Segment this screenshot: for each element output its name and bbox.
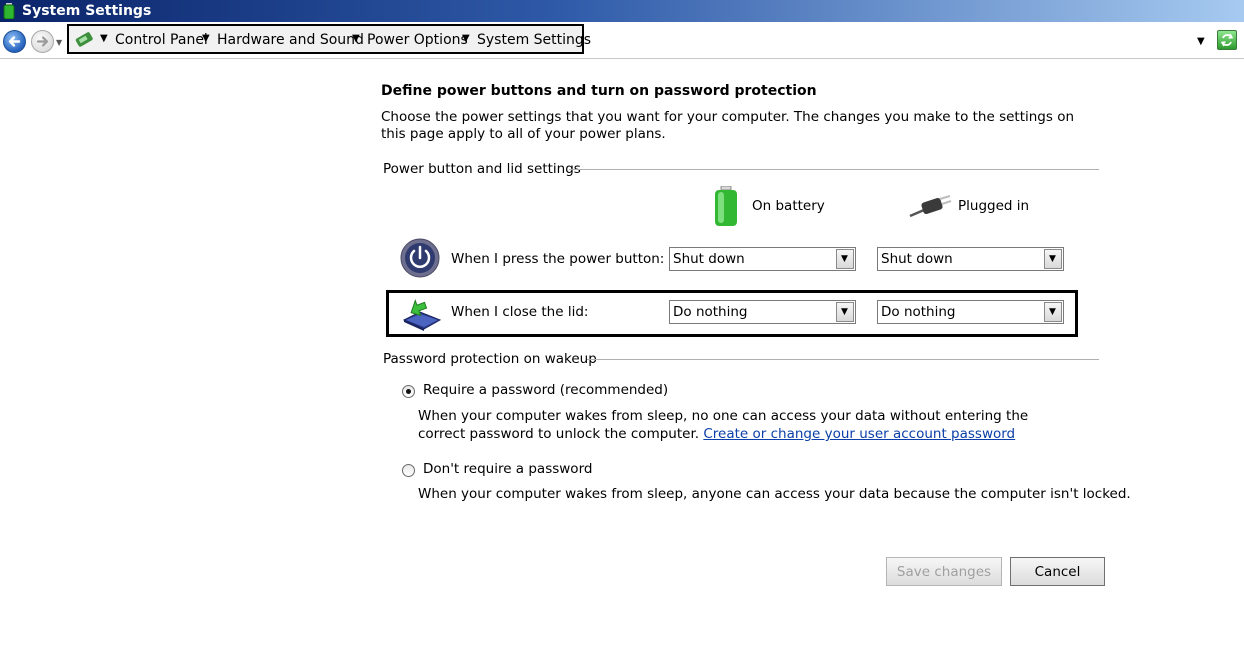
no-password-description: When your computer wakes from sleep, any… [418,486,1131,502]
group-divider [569,169,1099,170]
password-group-label: Password protection on wakeup [383,351,597,367]
page-description: Choose the power settings that you want … [381,109,1075,142]
main-content: Define power buttons and turn on passwor… [0,58,1244,646]
group-divider [587,359,1099,360]
require-password-radio[interactable] [402,385,415,398]
breadcrumb-control-panel[interactable]: Control Panel [115,31,208,49]
require-password-description: When your computer wakes from sleep, no … [418,407,1058,443]
breadcrumb-arrow-icon[interactable]: ▼ [352,32,360,46]
chevron-down-icon: ▼ [1049,307,1056,317]
breadcrumb-hardware-and-sound[interactable]: Hardware and Sound [217,31,364,49]
select-value: Do nothing [881,304,956,320]
arrow-left-icon [8,36,21,47]
radio-selected-dot [406,389,411,394]
forward-button[interactable] [31,30,54,53]
breadcrumb-power-options[interactable]: Power Options [367,31,468,49]
cancel-button[interactable]: Cancel [1010,557,1105,586]
address-dropdown-icon[interactable]: ▼ [1197,36,1205,47]
arrow-right-icon [36,36,49,47]
breadcrumb-arrow-icon[interactable]: ▼ [100,32,108,46]
chevron-down-icon: ▼ [841,254,848,264]
chevron-down-icon: ▼ [841,307,848,317]
breadcrumb-arrow-icon[interactable]: ▼ [462,32,470,46]
save-changes-button[interactable]: Save changes [886,557,1002,586]
window-title: System Settings [22,3,152,19]
back-button[interactable] [3,30,26,53]
refresh-button[interactable] [1217,30,1237,50]
select-value: Shut down [673,251,745,267]
no-password-label[interactable]: Don't require a password [423,461,592,477]
select-value: Do nothing [673,304,748,320]
chevron-down-icon: ▼ [1049,254,1056,264]
dropdown-button[interactable]: ▼ [836,302,854,322]
battery-icon [715,186,737,226]
lid-row-label: When I close the lid: [451,304,589,320]
change-password-link[interactable]: Create or change your user account passw… [703,426,1015,442]
title-bar: System Settings [0,0,1244,22]
require-password-label[interactable]: Require a password (recommended) [423,382,668,398]
battery-icon [3,3,15,19]
power-button-plugged-in-select[interactable]: Shut down ▼ [877,247,1064,271]
dropdown-button[interactable]: ▼ [1044,302,1062,322]
laptop-lid-icon [402,298,442,331]
address-bar[interactable]: ▼ Control Panel ▼ Hardware and Sound ▼ P… [67,24,591,54]
lid-plugged-in-select[interactable]: Do nothing ▼ [877,300,1064,324]
dropdown-button[interactable]: ▼ [836,249,854,269]
refresh-icon [1220,33,1234,47]
lid-on-battery-select[interactable]: Do nothing ▼ [669,300,856,324]
power-button-row-label: When I press the power button: [451,251,665,267]
plug-icon [909,195,952,218]
control-panel-icon [75,32,93,47]
page-title: Define power buttons and turn on passwor… [381,83,817,99]
power-group-label: Power button and lid settings [383,161,581,177]
breadcrumb-arrow-icon[interactable]: ▼ [202,32,210,46]
dropdown-button[interactable]: ▼ [1044,249,1062,269]
recent-pages-chevron-icon[interactable]: ▼ [56,38,62,47]
column-on-battery: On battery [752,198,825,214]
breadcrumb-system-settings[interactable]: System Settings [477,31,591,49]
power-button-icon [400,238,440,278]
column-plugged-in: Plugged in [958,198,1030,214]
power-button-on-battery-select[interactable]: Shut down ▼ [669,247,856,271]
select-value: Shut down [881,251,953,267]
no-password-radio[interactable] [402,464,415,477]
